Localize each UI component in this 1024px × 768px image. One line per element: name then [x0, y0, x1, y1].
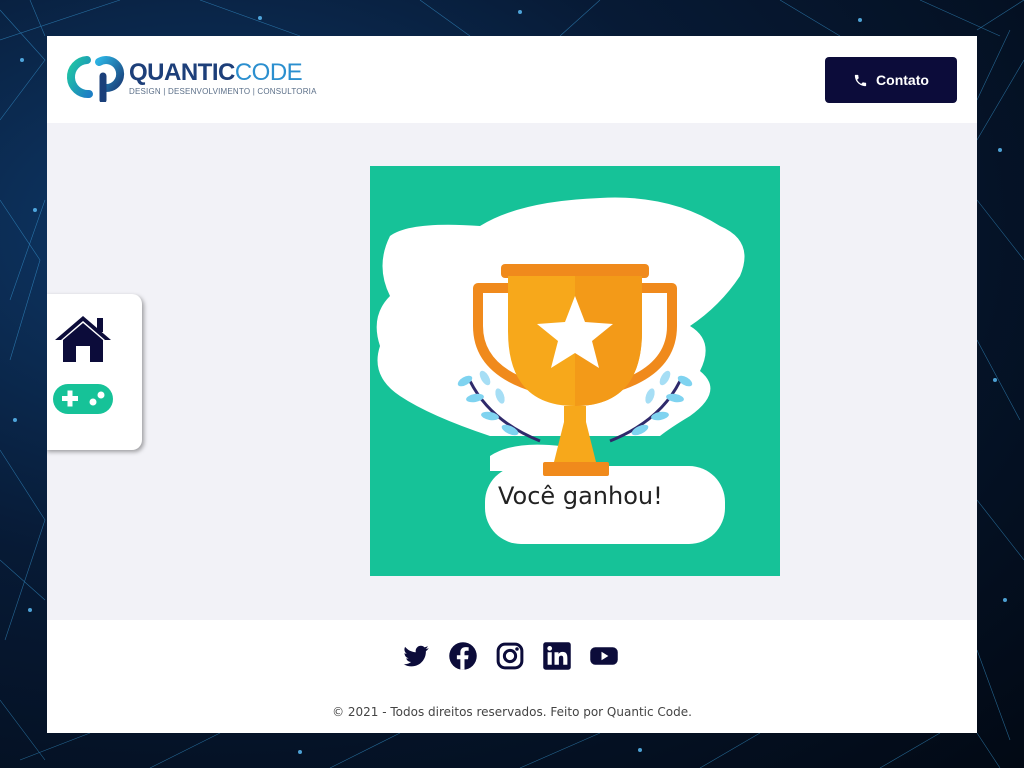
side-nav	[47, 294, 142, 450]
twitter-icon[interactable]	[401, 641, 431, 671]
logo-wordmark: QUANTICCODE	[129, 59, 303, 87]
social-links	[401, 640, 619, 672]
logo-tagline: DESIGN | DESENVOLVIMENTO | CONSULTORIA	[129, 87, 317, 96]
facebook-icon[interactable]	[448, 641, 478, 671]
brand-logo[interactable]: QUANTICCODE DESIGN | DESENVOLVIMENTO | C…	[65, 54, 325, 102]
win-message: Você ganhou!	[498, 482, 663, 510]
main-content: Você ganhou!	[47, 123, 977, 620]
logo-mark-icon	[67, 56, 125, 102]
youtube-icon[interactable]	[589, 641, 619, 671]
instagram-icon[interactable]	[495, 641, 525, 671]
header: QUANTICCODE DESIGN | DESENVOLVIMENTO | C…	[47, 36, 977, 123]
footer: © 2021 - Todos direitos reservados. Feit…	[47, 620, 977, 733]
trophy-illustration	[376, 197, 745, 544]
phone-icon	[854, 74, 867, 86]
logo-word-quantic: QUANTIC	[129, 59, 235, 86]
logo-word-code: CODE	[234, 59, 303, 86]
contact-button-label: Contato	[876, 72, 929, 88]
contact-button[interactable]: Contato	[825, 57, 957, 103]
gamepad-icon[interactable]	[53, 382, 113, 416]
home-icon[interactable]	[53, 312, 113, 364]
linkedin-icon[interactable]	[542, 641, 572, 671]
win-card: Você ganhou!	[370, 166, 780, 576]
app-frame: QUANTICCODE DESIGN | DESENVOLVIMENTO | C…	[47, 36, 977, 733]
copyright-text: © 2021 - Todos direitos reservados. Feit…	[332, 705, 692, 719]
